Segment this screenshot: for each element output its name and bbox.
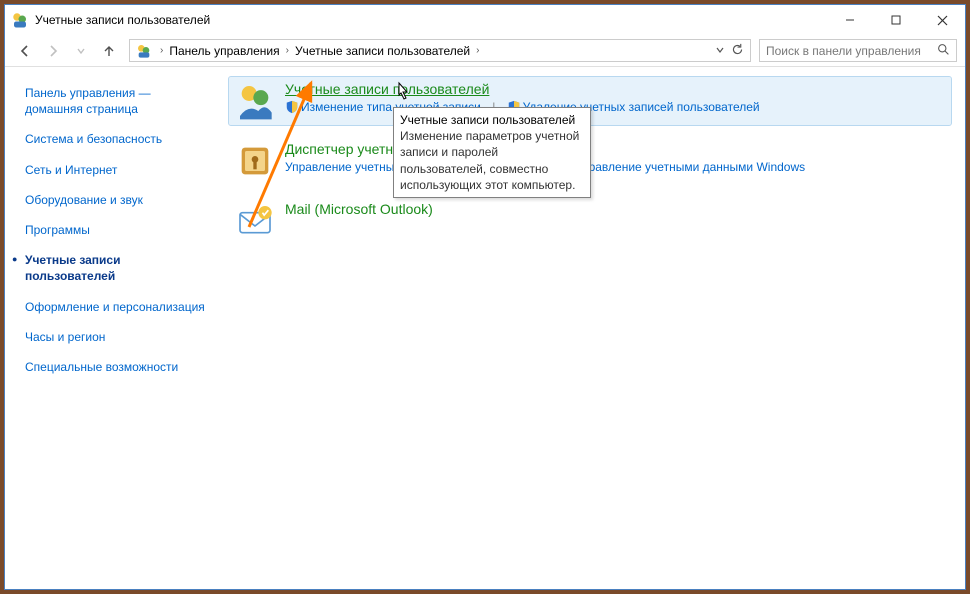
search-placeholder: Поиск в панели управления	[766, 44, 921, 58]
sidebar-item-accessibility[interactable]: Специальные возможности	[25, 359, 205, 375]
sidebar-item-programs[interactable]: Программы	[25, 222, 205, 238]
control-panel-window: Учетные записи пользователей › Панель уп…	[4, 4, 966, 590]
tooltip: Учетные записи пользователей Изменение п…	[393, 107, 591, 198]
sublink-windows-credentials[interactable]: Управление учетными данными Windows	[575, 160, 805, 174]
sidebar-item-home[interactable]: Панель управления — домашняя страница	[25, 85, 205, 117]
app-icon	[11, 11, 29, 29]
category-mail[interactable]: Mail (Microsoft Outlook)	[229, 197, 951, 245]
sidebar-item-appearance[interactable]: Оформление и персонализация	[25, 299, 205, 315]
address-bar[interactable]: › Панель управления › Учетные записи пол…	[129, 39, 751, 62]
crumb-sep[interactable]: ›	[282, 45, 293, 56]
shield-icon	[285, 100, 299, 114]
breadcrumb-item[interactable]: Учетные записи пользователей	[293, 44, 472, 58]
crumb-sep[interactable]: ›	[472, 45, 483, 56]
sidebar-item-user-accounts[interactable]: Учетные записи пользователей	[25, 252, 205, 284]
addressbar-dropdown[interactable]	[715, 44, 725, 58]
credential-manager-icon	[235, 141, 275, 181]
window-title: Учетные записи пользователей	[35, 13, 827, 27]
category-title[interactable]: Mail (Microsoft Outlook)	[285, 201, 433, 217]
sidebar-item-network[interactable]: Сеть и Интернет	[25, 162, 205, 178]
mail-icon	[235, 201, 275, 241]
tooltip-title: Учетные записи пользователей	[400, 112, 584, 128]
sidebar-item-hardware[interactable]: Оборудование и звук	[25, 192, 205, 208]
up-button[interactable]	[97, 39, 121, 63]
category-title[interactable]: Учетные записи пользователей	[285, 81, 760, 97]
minimize-button[interactable]	[827, 5, 873, 35]
maximize-button[interactable]	[873, 5, 919, 35]
search-input[interactable]: Поиск в панели управления	[759, 39, 957, 62]
window-controls	[827, 5, 965, 35]
content-area: Учетные записи пользователей Изменение т…	[215, 67, 965, 589]
sidebar: Панель управления — домашняя страница Си…	[5, 67, 215, 589]
user-accounts-icon	[235, 81, 275, 121]
forward-button[interactable]	[41, 39, 65, 63]
refresh-button[interactable]	[731, 43, 744, 59]
addressbar-icon	[136, 43, 152, 59]
titlebar: Учетные записи пользователей	[5, 5, 965, 35]
breadcrumb-item[interactable]: Панель управления	[167, 44, 281, 58]
body-area: Панель управления — домашняя страница Си…	[5, 67, 965, 589]
close-button[interactable]	[919, 5, 965, 35]
navigation-bar: › Панель управления › Учетные записи пол…	[5, 35, 965, 67]
tooltip-body: Изменение параметров учетной записи и па…	[400, 128, 584, 193]
sidebar-item-clock-region[interactable]: Часы и регион	[25, 329, 205, 345]
crumb-sep[interactable]: ›	[156, 45, 167, 56]
back-button[interactable]	[13, 39, 37, 63]
recent-dropdown[interactable]	[69, 39, 93, 63]
sidebar-item-system-security[interactable]: Система и безопасность	[25, 131, 205, 147]
search-icon	[937, 43, 950, 59]
